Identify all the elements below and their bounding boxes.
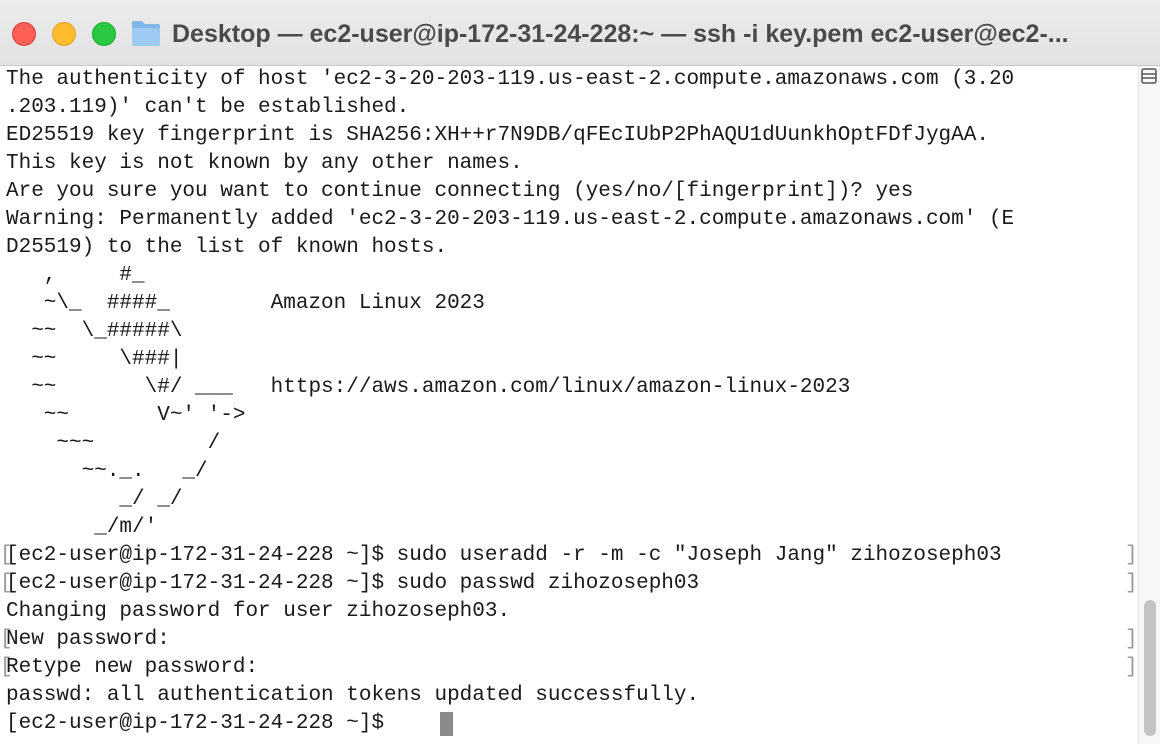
sidebar-icon[interactable] bbox=[1139, 66, 1159, 86]
minimize-button[interactable] bbox=[52, 22, 76, 46]
selection-bracket-left: [ bbox=[0, 628, 13, 651]
window-title: Desktop — ec2-user@ip-172-31-24-228:~ — … bbox=[172, 20, 1069, 48]
terminal-line: Are you sure you want to continue connec… bbox=[6, 180, 914, 203]
ascii-art-line: ~\_ ####_ Amazon Linux 2023 bbox=[6, 292, 485, 315]
selection-bracket-left: [ bbox=[0, 572, 13, 595]
terminal-window: Desktop — ec2-user@ip-172-31-24-228:~ — … bbox=[0, 0, 1160, 744]
folder-icon bbox=[132, 21, 160, 46]
selection-bracket-right: ] bbox=[1125, 572, 1138, 595]
terminal-line: .203.119)' can't be established. bbox=[6, 96, 410, 119]
selection-bracket-left: [ bbox=[0, 544, 13, 567]
close-button[interactable] bbox=[12, 22, 36, 46]
selection-bracket-left: [ bbox=[0, 656, 13, 679]
command-line: [ec2-user@ip-172-31-24-228 ~]$ sudo user… bbox=[6, 544, 1002, 567]
text-cursor bbox=[440, 712, 453, 736]
ascii-art-line: ~~~ / bbox=[6, 432, 221, 455]
ascii-art-line: , #_ bbox=[6, 264, 145, 287]
shell-prompt[interactable]: [ec2-user@ip-172-31-24-228 ~]$ bbox=[6, 710, 397, 738]
ascii-art-line: _/ _/ bbox=[6, 488, 183, 511]
terminal-line: Warning: Permanently added 'ec2-3-20-203… bbox=[6, 208, 1015, 231]
command-line: [ec2-user@ip-172-31-24-228 ~]$ sudo pass… bbox=[6, 572, 700, 595]
terminal-output[interactable]: The authenticity of host 'ec2-3-20-203-1… bbox=[0, 66, 1138, 744]
terminal-line: ED25519 key fingerprint is SHA256:XH++r7… bbox=[6, 124, 989, 147]
selection-bracket-right: ] bbox=[1125, 544, 1138, 567]
password-prompt: New password: bbox=[6, 628, 170, 651]
ascii-art-line: ~~ V~' '-> bbox=[6, 404, 246, 427]
terminal-line: The authenticity of host 'ec2-3-20-203-1… bbox=[6, 68, 1015, 91]
ascii-art-line: ~~._. _/ bbox=[6, 460, 208, 483]
terminal-line: This key is not known by any other names… bbox=[6, 152, 523, 175]
ascii-art-line: ~~ \###| bbox=[6, 348, 183, 371]
ascii-art-line: ~~ \#/ ___ https://aws.amazon.com/linux/… bbox=[6, 376, 851, 399]
title-bar[interactable]: Desktop — ec2-user@ip-172-31-24-228:~ — … bbox=[0, 0, 1160, 66]
zoom-button[interactable] bbox=[92, 22, 116, 46]
selection-bracket-right: ] bbox=[1125, 628, 1138, 651]
terminal-line: passwd: all authentication tokens update… bbox=[6, 684, 700, 707]
terminal-line: Changing password for user zihozoseph03. bbox=[6, 600, 511, 623]
password-prompt: Retype new password: bbox=[6, 656, 259, 679]
scrollbar-thumb[interactable] bbox=[1144, 600, 1156, 736]
selection-bracket-right: ] bbox=[1125, 656, 1138, 679]
ascii-art-line: ~~ \_#####\ bbox=[6, 320, 183, 343]
ascii-art-line: _/m/' bbox=[6, 516, 158, 539]
vertical-scrollbar[interactable] bbox=[1138, 66, 1160, 744]
terminal-line: D25519) to the list of known hosts. bbox=[6, 236, 448, 259]
